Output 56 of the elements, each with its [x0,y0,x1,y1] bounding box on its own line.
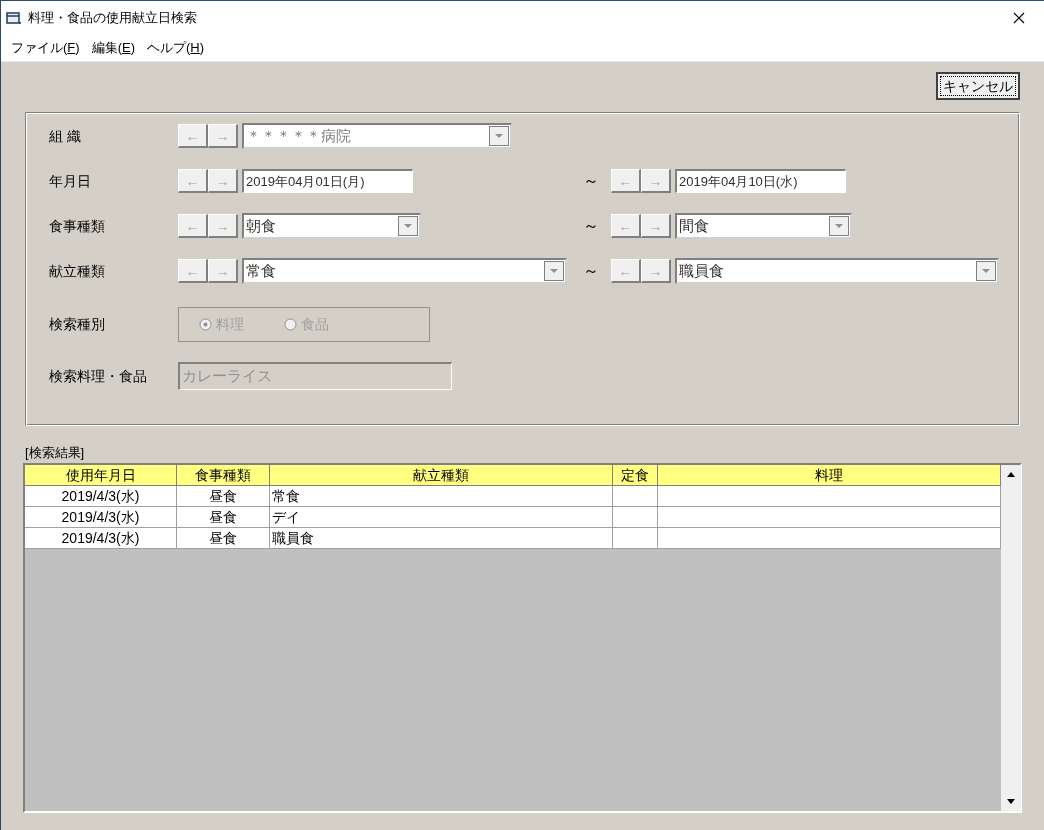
table-cell: 昼食 [177,506,270,527]
table-cell: 2019/4/3(水) [25,527,177,548]
menu-item[interactable]: ヘルプ(H) [147,38,205,58]
column-header[interactable]: 食事種類 [177,464,270,485]
previous-button[interactable]: ← [178,214,208,238]
next-button[interactable]: → [208,214,238,238]
previous-button[interactable]: ← [178,259,208,283]
field-label: 検索種別 [49,315,106,334]
previous-button[interactable]: ← [611,169,641,193]
column-header[interactable]: 献立種類 [270,464,613,485]
dropdown-value: 間食 [679,215,709,236]
next-button[interactable]: → [641,169,671,193]
table-cell: 昼食 [177,485,270,506]
dropdown-value: ＊＊＊＊＊病院 [246,125,351,146]
previous-button[interactable]: ← [178,169,208,193]
field-label: 組 織 [49,126,82,146]
dropdown-field[interactable]: 朝食 [242,213,421,239]
table-cell: 2019/4/3(水) [25,506,177,527]
range-tilde: ～ [582,261,600,281]
table-cell: 昼食 [177,527,270,548]
dropdown-value: 常食 [246,260,276,281]
dropdown-field[interactable]: 職員食 [675,258,999,284]
table-cell: 職員食 [270,527,613,548]
field-label: 年月日 [49,171,92,191]
table-cell: デイ [270,506,613,527]
results-label: [検索結果] [25,444,86,462]
table-cell: 2019/4/3(水) [25,485,177,506]
column-header[interactable]: 使用年月日 [25,464,177,485]
menu-item[interactable]: ファイル(F) [11,38,80,58]
previous-button[interactable]: ← [178,124,208,148]
date-field[interactable]: 2019年04月01日(月) [242,169,413,193]
next-button[interactable]: → [208,169,238,193]
window-title: 料理・食品の使用献立日検索 [28,9,197,28]
previous-button[interactable]: ← [611,259,641,283]
next-button[interactable]: → [208,124,238,148]
next-button[interactable]: → [641,214,671,238]
column-header[interactable]: 定食 [613,464,658,485]
field-label: 食事種類 [49,216,106,236]
next-button[interactable]: → [208,259,238,283]
field-label: 検索料理・食品 [49,366,148,386]
table-cell: 常食 [270,485,613,506]
range-tilde: ～ [582,216,600,236]
dropdown-value: 職員食 [679,260,724,281]
date-field[interactable]: 2019年04月10日(水) [675,169,846,193]
menu-item[interactable]: 編集(E) [91,38,135,58]
next-button[interactable]: → [641,259,671,283]
vertical-scrollbar[interactable] [1001,464,1021,811]
cancel-button[interactable]: キャンセル [936,72,1020,100]
dropdown-field[interactable]: 常食 [242,258,567,284]
window-icon [6,11,22,25]
dropdown-field[interactable]: 間食 [675,213,852,239]
dropdown-value: 朝食 [246,215,276,236]
close-icon [1013,12,1025,24]
field-label: 献立種類 [49,261,106,281]
range-tilde: ～ [582,171,600,191]
previous-button[interactable]: ← [611,214,641,238]
